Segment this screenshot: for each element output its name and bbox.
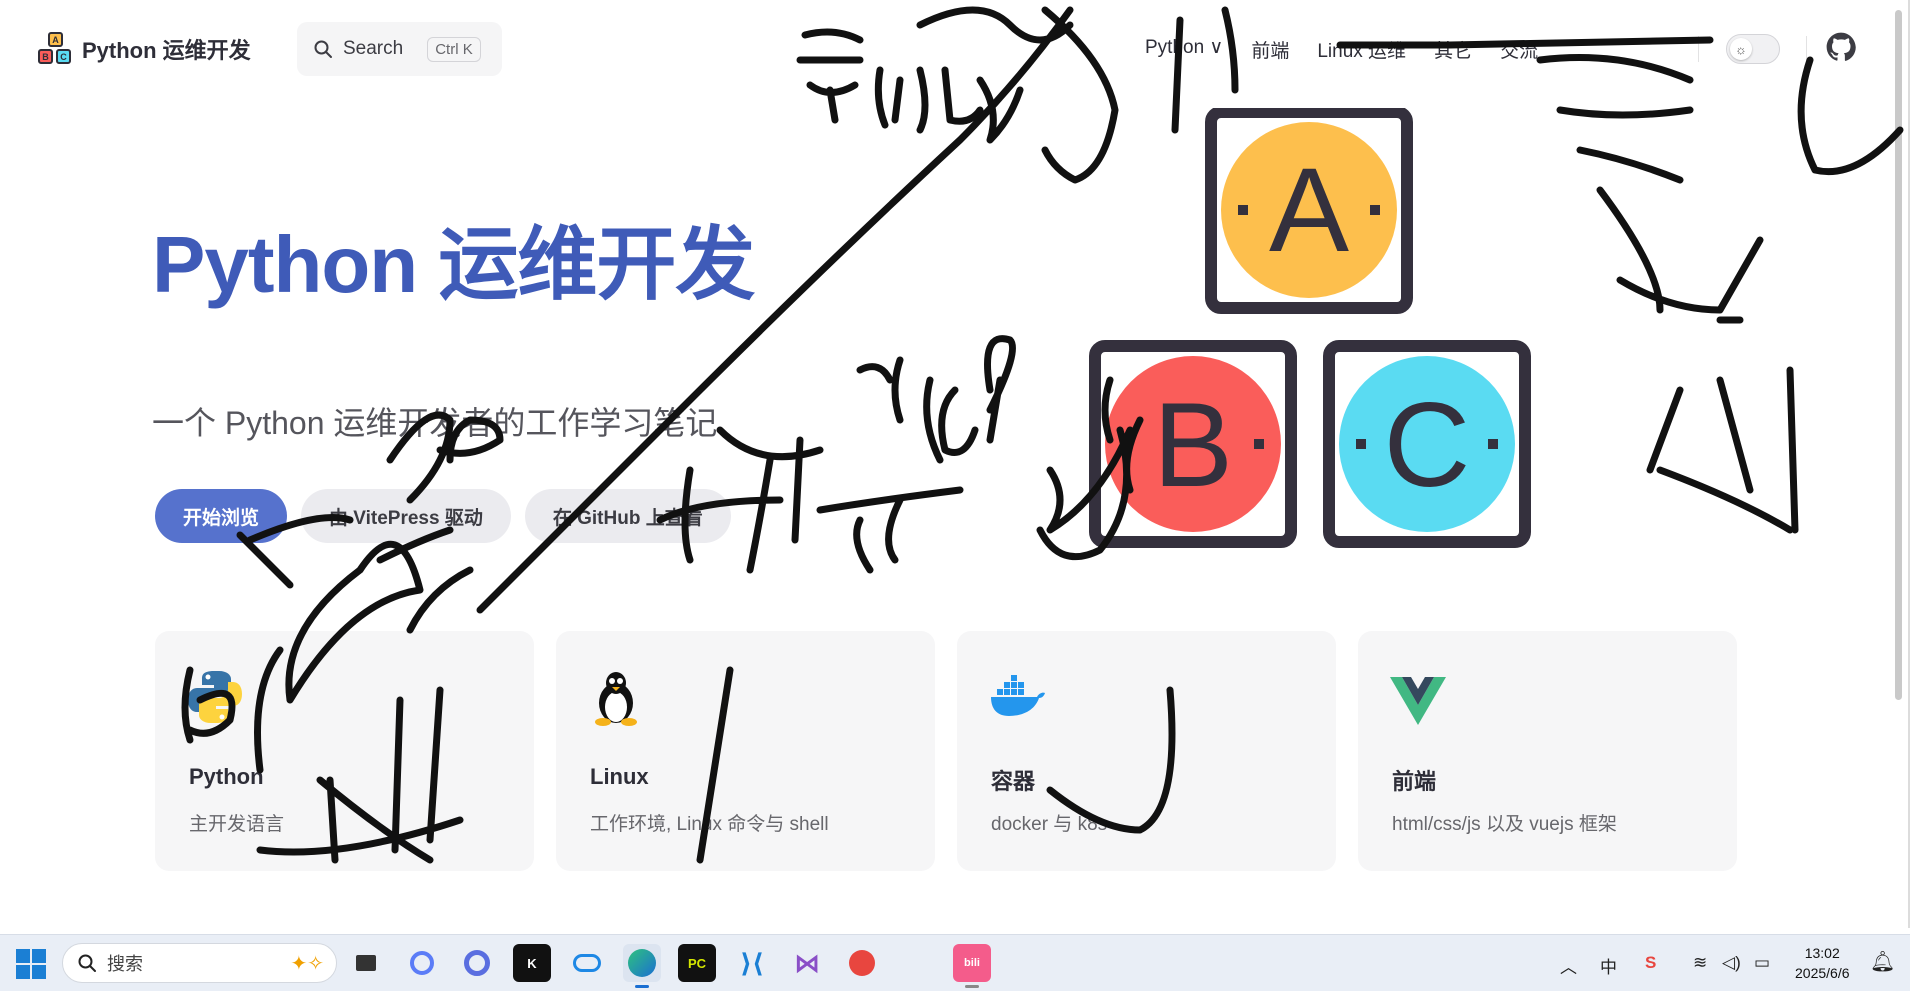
show-hidden-icons-chevron-icon[interactable]: ︿ xyxy=(1560,953,1577,978)
block-c-letter: C xyxy=(1384,378,1471,512)
nav-links: Python ∨ 前端 Linux 运维 其它 交流 xyxy=(1145,36,1538,63)
search-placeholder: Search xyxy=(343,38,404,59)
nav-divider xyxy=(1806,36,1807,62)
hero-actions: 开始浏览 由 VitePress 驱动 在 GitHub 上查看 xyxy=(155,489,731,543)
browser-window: A B C Python 运维开发 Search Ctrl K Python ∨… xyxy=(0,0,1910,928)
block-a-letter: A xyxy=(1269,143,1349,277)
feature-list: Python 主开发语言 Linux 工作环境, Linux 命令与 shell… xyxy=(155,631,1737,871)
feature-details: 工作环境, Linux 命令与 shell xyxy=(590,814,829,835)
taskbar-search-placeholder: 搜索 xyxy=(107,954,143,974)
edge-browser-icon[interactable] xyxy=(623,944,661,988)
feature-card-container[interactable]: 容器 docker 与 k8s xyxy=(957,631,1336,871)
logo-block-b: B xyxy=(38,49,53,64)
block-a: A xyxy=(1205,108,1413,314)
view-on-github-button[interactable]: 在 GitHub 上查看 xyxy=(524,489,731,543)
theme-toggle[interactable]: ☼ xyxy=(1726,34,1780,64)
feature-card-linux[interactable]: Linux 工作环境, Linux 命令与 shell xyxy=(556,631,935,871)
logo-block-a: A xyxy=(48,32,63,47)
vue-logo-icon xyxy=(1390,677,1446,725)
clock-date: 2025/6/6 xyxy=(1795,965,1850,981)
nav-divider xyxy=(1698,36,1699,62)
docker-whale-icon xyxy=(991,675,1045,716)
task-view-icon[interactable] xyxy=(347,944,385,982)
vscode-icon[interactable]: ⟩⟨ xyxy=(733,944,771,982)
k-app-icon[interactable]: K xyxy=(513,944,551,982)
feature-title: 前端 xyxy=(1392,769,1437,794)
vitepress-button[interactable]: 由 VitePress 驱动 xyxy=(301,489,511,543)
notification-bell-icon[interactable]: 🔔︎ xyxy=(1870,949,1895,974)
block-c: C xyxy=(1323,340,1531,548)
taskbar-search[interactable]: 搜索 ✦✧ xyxy=(62,943,337,983)
search-icon xyxy=(314,40,332,58)
feature-details: html/css/js 以及 vuejs 框架 xyxy=(1392,814,1617,835)
feature-card-frontend[interactable]: 前端 html/css/js 以及 vuejs 框架 xyxy=(1358,631,1737,871)
volume-icon[interactable]: ◁) xyxy=(1722,953,1741,973)
cloud-sync-icon[interactable] xyxy=(568,944,606,982)
start-menu-windows-icon[interactable] xyxy=(16,949,46,979)
feature-details: 主开发语言 xyxy=(189,814,285,835)
feature-card-python[interactable]: Python 主开发语言 xyxy=(155,631,534,871)
feature-title: Python xyxy=(189,764,264,789)
clash-app-icon[interactable] xyxy=(843,944,881,982)
top-nav: A B C Python 运维开发 Search Ctrl K Python ∨… xyxy=(0,0,1890,98)
nav-link-linux[interactable]: Linux 运维 xyxy=(1317,36,1406,63)
hero-name: Python 运维开发 xyxy=(152,220,755,309)
nav-link-frontend[interactable]: 前端 xyxy=(1251,36,1289,63)
search-shortcut-badge: Ctrl K xyxy=(427,36,481,62)
abc-blocks-hero-image: A B C xyxy=(1089,108,1531,548)
hero-tagline: 一个 Python 运维开发者的工作学习笔记 xyxy=(152,405,718,441)
sun-icon: ☼ xyxy=(1730,38,1752,60)
nav-link-contact[interactable]: 交流 xyxy=(1500,36,1538,63)
nav-link-python[interactable]: Python ∨ xyxy=(1145,36,1223,63)
bilibili-icon[interactable]: bili xyxy=(953,944,991,988)
feature-title: Linux xyxy=(590,764,649,789)
clock-time: 13:02 xyxy=(1804,945,1840,961)
search-icon xyxy=(78,954,96,972)
abc-blocks-logo-icon: A B C xyxy=(38,32,72,66)
windows-taskbar: 搜索 ✦✧ K PC ⟩⟨ ⋈ bili ︿ 中 S ≋ ◁) ▭ 13:02 … xyxy=(0,934,1910,991)
baidu-netdisk-icon[interactable] xyxy=(403,944,441,982)
wifi-icon[interactable]: ≋ xyxy=(1693,953,1707,973)
sogou-ime-icon[interactable]: S xyxy=(1645,953,1656,973)
input-method-indicator[interactable]: 中 xyxy=(1600,953,1617,978)
site-title: Python 运维开发 xyxy=(82,38,251,63)
python-logo-icon xyxy=(188,671,242,723)
block-b-letter: B xyxy=(1153,378,1233,512)
start-browsing-button[interactable]: 开始浏览 xyxy=(155,489,288,543)
tux-penguin-icon xyxy=(595,672,637,726)
logo-block-c: C xyxy=(56,49,71,64)
pycharm-icon[interactable]: PC xyxy=(678,944,716,982)
visual-studio-icon[interactable]: ⋈ xyxy=(788,944,826,982)
page-scrollbar[interactable] xyxy=(1895,10,1902,700)
feature-title: 容器 xyxy=(991,769,1036,794)
cursor-app-icon[interactable] xyxy=(458,944,496,982)
block-b: B xyxy=(1089,340,1297,548)
search-button[interactable]: Search Ctrl K xyxy=(297,22,502,76)
taskbar-clock[interactable]: 13:02 2025/6/6 xyxy=(1795,943,1850,983)
battery-icon[interactable]: ▭ xyxy=(1754,953,1770,973)
nav-link-other[interactable]: 其它 xyxy=(1434,36,1472,63)
site-logo[interactable]: A B C Python 运维开发 xyxy=(38,32,251,66)
copilot-sparkle-icon: ✦✧ xyxy=(290,953,324,975)
github-icon[interactable] xyxy=(1826,32,1856,62)
feature-details: docker 与 k8s xyxy=(991,814,1108,835)
